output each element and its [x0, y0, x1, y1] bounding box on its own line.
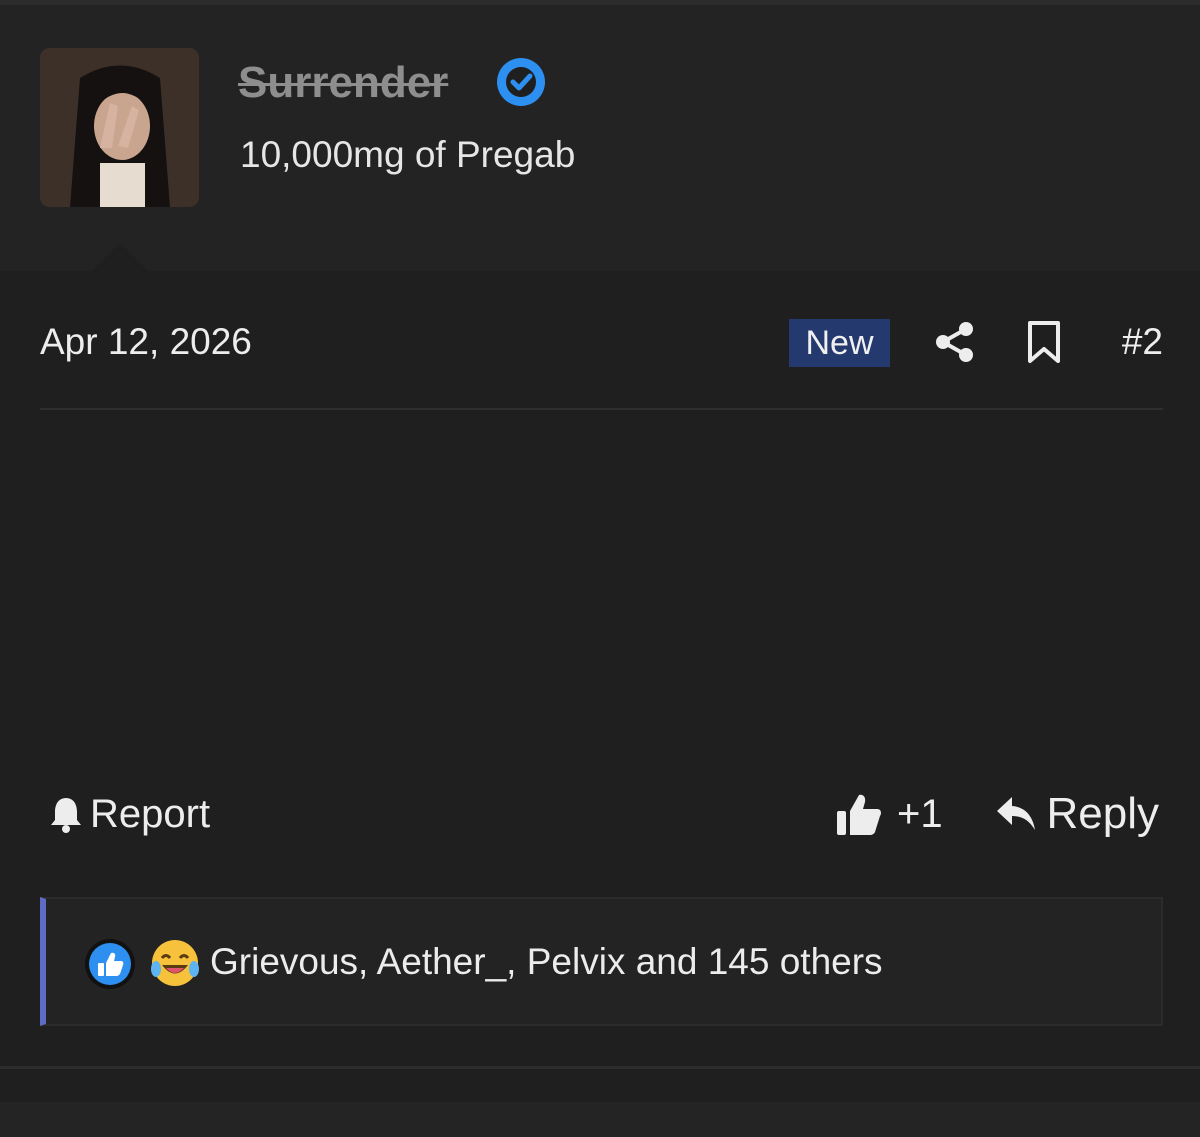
new-badge: New [789, 319, 890, 367]
post-number[interactable]: #2 [1122, 318, 1163, 366]
post-body [40, 452, 1163, 742]
like-reaction-icon [85, 939, 135, 989]
user-title: 10,000mg of Pregab [240, 134, 576, 175]
user-header: Surrender 10,000mg of Pregab [0, 5, 1200, 279]
post-meta-row: Apr 12, 2026 New #2 [40, 310, 1163, 374]
reply-icon [996, 797, 1035, 830]
meta-divider [40, 408, 1163, 410]
report-label: Report [90, 791, 211, 836]
avatar[interactable] [40, 48, 199, 207]
reactors-summary[interactable]: Grievous, Aether_, Pelvix and 145 others [210, 937, 883, 987]
bell-icon [51, 798, 81, 833]
username[interactable]: Surrender [238, 53, 448, 113]
verified-check-icon [497, 58, 545, 106]
report-button[interactable]: Report [48, 786, 210, 842]
bottom-divider [0, 1066, 1200, 1069]
laugh-reaction-icon [151, 940, 199, 986]
header-pointer [84, 243, 156, 279]
like-count: +1 [897, 791, 943, 836]
like-button[interactable]: +1 [835, 786, 943, 842]
share-icon[interactable] [933, 320, 977, 364]
reactions-bar[interactable]: Grievous, Aether_, Pelvix and 145 others [40, 897, 1163, 1026]
post-actions: Report +1 Reply [40, 782, 1163, 846]
bookmark-icon[interactable] [1024, 320, 1064, 364]
reply-button[interactable]: Reply [995, 786, 1160, 842]
post-date[interactable]: Apr 12, 2026 [40, 318, 252, 366]
avatar-image [40, 48, 199, 207]
next-post-strip [0, 1102, 1200, 1137]
reply-label: Reply [1046, 789, 1160, 838]
thumbs-up-icon [837, 794, 881, 835]
